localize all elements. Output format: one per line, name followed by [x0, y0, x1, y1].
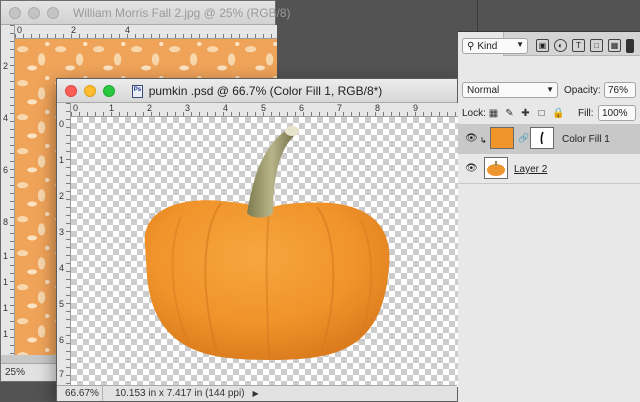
ruler-label: 2: [147, 103, 153, 113]
back-zoom-level[interactable]: 25%: [5, 367, 25, 378]
psd-document-icon: [131, 84, 143, 98]
layer-row-color-fill-1[interactable]: 👁 ↳ 🔗 Color Fill 1: [458, 124, 640, 154]
chevron-down-icon: ▼: [516, 40, 524, 49]
search-icon: ⚲: [467, 40, 475, 52]
fill-value: 100%: [602, 107, 628, 119]
type-filter-icon[interactable]: T: [572, 39, 585, 52]
ruler-label: 2: [71, 25, 77, 35]
back-window-titlebar[interactable]: William Morris Fall 2.jpg @ 25% (RGB/8): [1, 1, 291, 25]
lock-transparent-pixels-icon[interactable]: ▦: [488, 108, 499, 119]
ruler-label: 3: [59, 227, 65, 237]
ruler-label: 1: [3, 329, 9, 339]
image-filter-icon[interactable]: ▣: [536, 39, 549, 52]
pumpkin-document-canvas[interactable]: [71, 117, 459, 387]
layer-name[interactable]: Layer 2: [514, 164, 547, 175]
dock-divider: [458, 0, 478, 32]
ruler-label: 7: [337, 103, 343, 113]
minimize-button[interactable]: [84, 84, 96, 97]
zoom-button[interactable]: [47, 6, 59, 19]
status-menu-arrow-icon[interactable]: ▶: [253, 389, 259, 398]
ruler-label: 1: [3, 251, 9, 261]
lock-label: Lock:: [462, 108, 486, 119]
ruler-label: 5: [59, 299, 65, 309]
link-chain-icon[interactable]: 🔗: [518, 133, 529, 144]
vertical-ruler[interactable]: 0 1 2 3 4 5 6 7: [57, 103, 71, 387]
blend-mode-dropdown[interactable]: Normal ▼: [462, 82, 558, 98]
document-dimensions: 10.153 in x 7.417 in (144 ppi): [115, 388, 245, 399]
back-window-title: William Morris Fall 2.jpg @ 25% (RGB/8): [73, 5, 291, 20]
panel-dock-top-strip: [458, 0, 640, 32]
horizontal-ruler[interactable]: 0 2 4: [15, 25, 277, 39]
layer-row-layer-2[interactable]: 👁 Layer 2: [458, 154, 640, 184]
visibility-eye-icon[interactable]: 👁: [465, 133, 478, 144]
lock-image-pixels-icon[interactable]: ✎: [504, 108, 515, 119]
front-window-title: pumkin .psd @ 66.7% (Color Fill 1, RGB/8…: [148, 84, 383, 98]
adjustment-filter-icon[interactable]: ◐: [554, 39, 567, 52]
opacity-value: 76%: [608, 84, 629, 96]
ruler-label: 9: [413, 103, 419, 113]
front-window-status-bar: 66.67% 10.153 in x 7.417 in (144 ppi) ▶: [57, 385, 457, 401]
ruler-label: 4: [223, 103, 229, 113]
ruler-label: 4: [59, 263, 65, 273]
chevron-down-icon: ▼: [546, 85, 554, 94]
close-button[interactable]: [9, 6, 21, 19]
ruler-label: 1: [109, 103, 115, 113]
ruler-label: 1: [3, 303, 9, 313]
lock-position-icon[interactable]: ✚: [520, 108, 531, 119]
back-window-controls: [9, 6, 59, 19]
ruler-label: 1: [3, 277, 9, 287]
ruler-label: 0: [73, 103, 79, 113]
front-window-controls: [65, 84, 115, 97]
ruler-label: 4: [125, 25, 131, 35]
blend-mode-label: Normal: [467, 84, 500, 96]
front-window-titlebar[interactable]: pumkin .psd @ 66.7% (Color Fill 1, RGB/8…: [57, 79, 457, 103]
smart-object-filter-icon[interactable]: ▦: [608, 39, 621, 52]
visibility-eye-icon[interactable]: 👁: [465, 163, 478, 174]
layer-2-thumbnail[interactable]: [484, 157, 508, 179]
ruler-label: 4: [3, 113, 9, 123]
clipping-arrow-icon: ↳: [480, 136, 487, 145]
lock-all-icon[interactable]: 🔒: [552, 108, 564, 119]
vertical-ruler[interactable]: 2 4 6 8 1 1 1 1: [1, 25, 15, 355]
ruler-label: 5: [261, 103, 267, 113]
ruler-label: 6: [3, 165, 9, 175]
layer-mask-thumbnail[interactable]: [530, 127, 554, 149]
fill-field[interactable]: 100%: [598, 105, 636, 121]
front-zoom-level[interactable]: 66.67%: [65, 388, 99, 399]
ruler-label: 3: [185, 103, 191, 113]
ruler-label: 1: [59, 155, 65, 165]
ruler-label: 8: [375, 103, 381, 113]
fill-label: Fill:: [578, 108, 594, 119]
ruler-label: 6: [299, 103, 305, 113]
ruler-label: 7: [59, 369, 65, 379]
horizontal-ruler[interactable]: 0 1 2 3 4 5 6 7 8 9: [71, 103, 459, 117]
opacity-field[interactable]: 76%: [604, 82, 636, 98]
close-button[interactable]: [65, 84, 77, 97]
filter-toggle-switch[interactable]: [626, 39, 634, 53]
layers-panel: Layers ⚲ Kind ▼ ▣ ◐ T □ ▦ Normal ▼ Opaci…: [458, 32, 640, 402]
color-fill-thumbnail[interactable]: [490, 127, 514, 149]
ruler-label: 0: [17, 25, 23, 35]
ruler-label: 6: [59, 335, 65, 345]
filter-kind-label: Kind: [477, 40, 498, 52]
zoom-button[interactable]: [103, 84, 115, 97]
opacity-label: Opacity:: [564, 85, 601, 96]
lock-artboard-icon[interactable]: □: [536, 108, 547, 119]
ruler-label: 2: [3, 61, 9, 71]
front-window-title-group: pumkin .psd @ 66.7% (Color Fill 1, RGB/8…: [57, 79, 457, 103]
layer-name[interactable]: Color Fill 1: [562, 134, 610, 145]
ruler-label: 8: [3, 217, 9, 227]
ruler-label: 2: [59, 191, 65, 201]
filter-kind-dropdown[interactable]: ⚲ Kind ▼: [462, 38, 528, 54]
ruler-label: 0: [59, 119, 65, 129]
front-document-window[interactable]: pumkin .psd @ 66.7% (Color Fill 1, RGB/8…: [56, 78, 459, 402]
minimize-button[interactable]: [28, 6, 40, 19]
pumpkin-image: [144, 126, 390, 360]
shape-filter-icon[interactable]: □: [590, 39, 603, 52]
front-zoom-level-box[interactable]: 66.67%: [57, 386, 103, 401]
